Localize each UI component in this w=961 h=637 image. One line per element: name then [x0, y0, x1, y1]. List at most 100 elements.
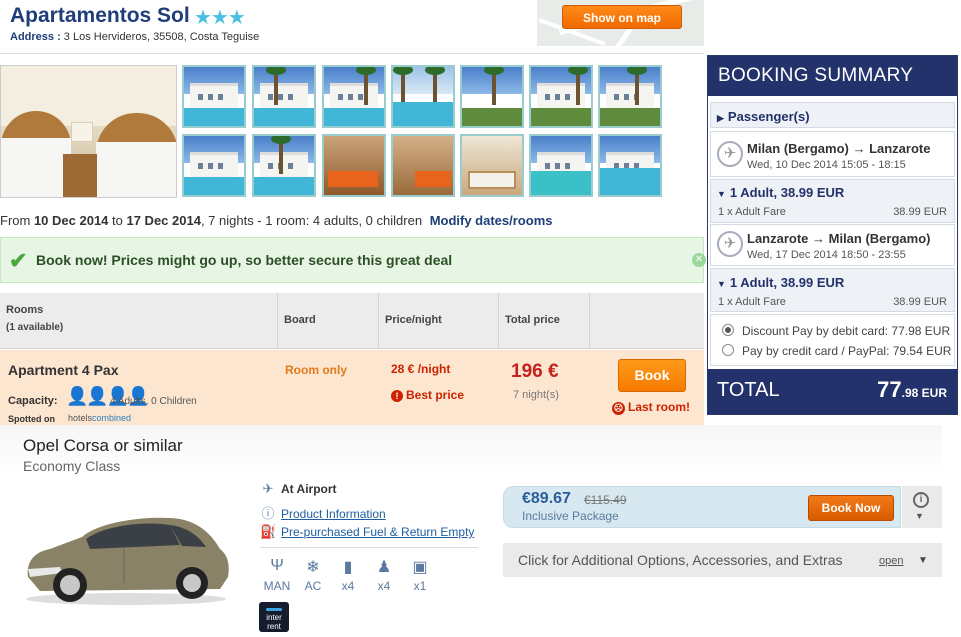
doors-label: x4 — [341, 579, 355, 593]
transmission-spec: Ψ MAN — [262, 557, 292, 595]
book-now-button[interactable]: Book Now — [808, 495, 894, 521]
triangle-down-icon: ▼ — [717, 189, 726, 199]
close-icon[interactable]: ✕ — [692, 253, 706, 267]
inbound-fare[interactable]: ▼ 1 Adult, 38.99 EUR 1 x Adult Fare 38.99… — [710, 268, 955, 312]
hotelscombined-logo: hotelscombined — [68, 413, 131, 423]
car-class: Economy Class — [23, 458, 121, 474]
main-hotel-photo[interactable] — [0, 65, 177, 198]
inbound-fare-value: 38.99 EUR — [893, 296, 947, 308]
car-price: €89.67 — [522, 490, 571, 507]
inbound-adult-toggle[interactable]: ▼ 1 Adult, 38.99 EUR — [717, 275, 844, 290]
open-link[interactable]: open — [879, 555, 903, 567]
map-preview[interactable]: Show on map — [537, 0, 704, 46]
stay-dates: From 10 Dec 2014 to 17 Dec 2014, 7 night… — [0, 213, 552, 228]
photo-thumbnail[interactable] — [182, 134, 246, 197]
last-room-badge: ☹ Last room! — [612, 400, 690, 415]
doors-spec: ▮ x4 — [333, 557, 363, 595]
transmission-label: MAN — [263, 579, 291, 593]
dates-prefix: From — [0, 213, 34, 228]
sad-face-icon: ☹ — [612, 402, 625, 415]
total-price-column-header: Total price — [499, 293, 590, 349]
credit-card-radio[interactable] — [722, 344, 734, 356]
debit-card-option[interactable]: Discount Pay by debit card: 77.98 EUR — [742, 324, 950, 338]
outbound-fare-label: 1 x Adult Fare — [718, 206, 786, 218]
rooms-available: (1 available) — [6, 322, 64, 333]
last-room-text: Last room! — [628, 400, 691, 414]
stay-details: , 7 nights - 1 room: 4 adults, 0 childre… — [200, 213, 423, 228]
show-on-map-button[interactable]: Show on map — [562, 5, 682, 29]
price-night-column-header: Price/night — [379, 293, 499, 349]
luggage-label: x1 — [413, 579, 427, 593]
photo-thumbnail[interactable] — [322, 65, 386, 128]
photo-thumbnail[interactable] — [529, 65, 593, 128]
modify-dates-link[interactable]: Modify dates/rooms — [430, 213, 553, 228]
inbound-flight: ✈ Lanzarote → Milan (Bergamo) Wed, 17 De… — [710, 224, 955, 266]
product-info-link[interactable]: Product Information — [281, 507, 386, 521]
hc-logo-combined: combined — [92, 413, 132, 423]
ac-label: AC — [304, 579, 322, 593]
nights-count: 7 night(s) — [513, 389, 559, 401]
car-price-bar: €89.67 €115.49 Inclusive Package Book No… — [503, 486, 901, 528]
board-column-header: Board — [278, 293, 379, 349]
address-text: 3 Los Hervideros, 35508, Costa Teguise — [60, 31, 260, 43]
price-per-night: 28 € /night — [391, 362, 451, 376]
plane-icon: ✈ — [717, 231, 743, 257]
inbound-adult-label: 1 Adult, 38.99 EUR — [729, 275, 845, 290]
person-icon: ♟ — [376, 559, 392, 576]
hotel-header: Apartamentos Sol ★★★ Address : 3 Los Her… — [0, 0, 704, 54]
info-icon: ⓘ — [261, 506, 275, 521]
car-name: Opel Corsa or similar — [23, 436, 183, 455]
car-old-price: €115.49 — [584, 493, 627, 507]
photo-thumbnail[interactable] — [460, 65, 524, 128]
total-amount-decimal: .98 EUR — [901, 386, 947, 400]
room-name: Apartment 4 Pax — [8, 362, 119, 378]
plane-icon: ✈ — [262, 481, 274, 496]
total-amount-main: 77 — [877, 377, 902, 402]
photo-thumbnail[interactable] — [322, 134, 386, 197]
rooms-column-header: Rooms (1 available) — [0, 293, 278, 349]
photo-thumbnail[interactable] — [391, 65, 455, 128]
book-room-button[interactable]: Book — [618, 359, 686, 392]
triangle-right-icon: ▶ — [717, 113, 724, 123]
interrent-logo: inter rent — [259, 602, 289, 632]
passengers-toggle[interactable]: ▶ Passenger(s) — [717, 109, 810, 124]
photo-thumbnail[interactable] — [391, 134, 455, 197]
photo-thumbnail[interactable] — [598, 65, 662, 128]
star-rating-icon: ★★★ — [194, 7, 246, 29]
hotel-address: Address : 3 Los Hervideros, 35508, Costa… — [10, 31, 259, 43]
passengers-section[interactable]: ▶ Passenger(s) — [710, 102, 955, 128]
info-toggle[interactable]: i ▼ — [902, 486, 942, 528]
payment-options: Discount Pay by debit card: 77.98 EUR Pa… — [710, 314, 955, 366]
outbound-adult-label: 1 Adult, 38.99 EUR — [729, 185, 845, 200]
photo-thumbnail[interactable] — [252, 65, 316, 128]
car-image — [26, 517, 229, 605]
inbound-route: Lanzarote → Milan (Bergamo) — [747, 231, 931, 246]
photo-thumbnail[interactable] — [529, 134, 593, 197]
info-icon: i — [913, 492, 929, 508]
photo-thumbnail[interactable] — [460, 134, 524, 197]
package-label: Inclusive Package — [522, 509, 619, 523]
outbound-adult-toggle[interactable]: ▼ 1 Adult, 38.99 EUR — [717, 185, 844, 200]
hotel-name[interactable]: Apartamentos Sol — [10, 4, 190, 28]
address-label: Address : — [10, 31, 61, 43]
capacity-label: Capacity: — [8, 395, 58, 407]
additional-options-bar[interactable]: Click for Additional Options, Accessorie… — [503, 543, 942, 577]
debit-card-radio[interactable] — [722, 324, 734, 336]
photo-thumbnail[interactable] — [598, 134, 662, 197]
credit-card-option[interactable]: Pay by credit card / PayPal: 79.54 EUR — [742, 344, 951, 358]
triangle-down-icon: ▼ — [717, 279, 726, 289]
photo-thumbnail[interactable] — [252, 134, 316, 197]
booking-total: TOTAL 77.98 EUR — [708, 369, 957, 414]
suitcase-icon: ▣ — [412, 559, 428, 576]
photo-thumbnail[interactable] — [182, 65, 246, 128]
fuel-policy-link[interactable]: Pre-purchased Fuel & Return Empty — [281, 525, 474, 539]
chevron-down-icon[interactable]: ▼ — [918, 555, 928, 566]
additional-options-text[interactable]: Click for Additional Options, Accessorie… — [518, 552, 842, 568]
product-info: ⓘ Product Information — [260, 503, 386, 522]
gear-shift-icon: Ψ — [270, 557, 284, 574]
divider — [260, 547, 478, 548]
door-icon: ▮ — [343, 559, 353, 576]
rooms-table-header: Rooms (1 available) Board Price/night To… — [0, 293, 704, 349]
outbound-fare[interactable]: ▼ 1 Adult, 38.99 EUR 1 x Adult Fare 38.99… — [710, 179, 955, 223]
outbound-flight: ✈ Milan (Bergamo) → Lanzarote Wed, 10 De… — [710, 131, 955, 177]
